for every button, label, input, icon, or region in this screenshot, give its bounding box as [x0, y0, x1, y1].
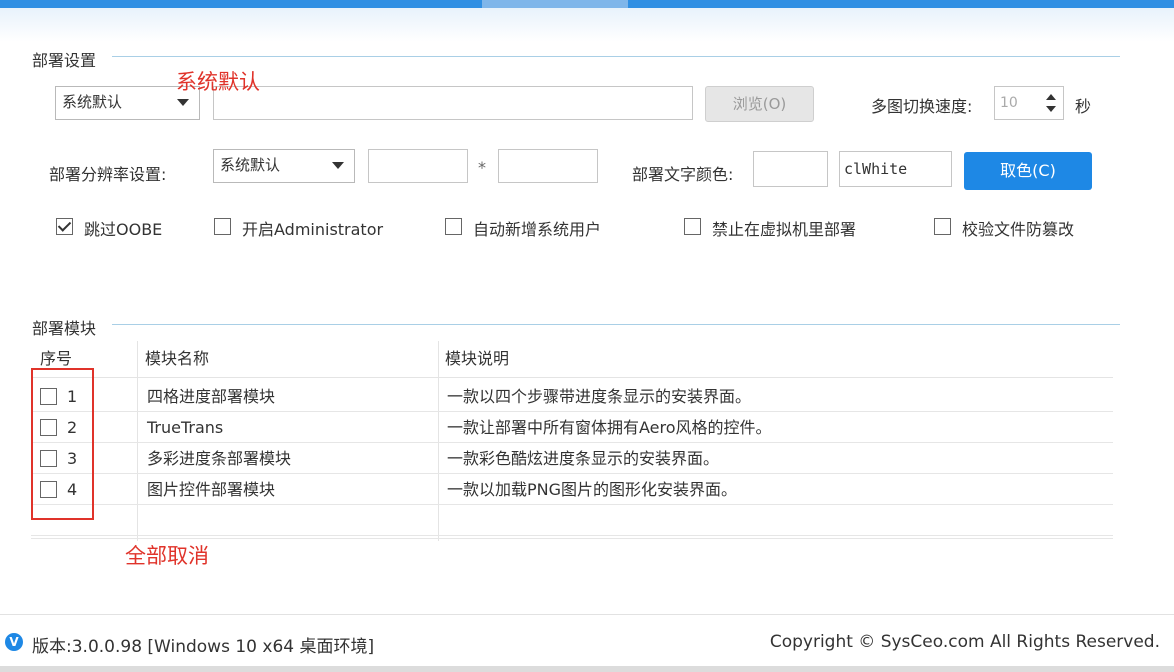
color-preview	[753, 151, 828, 187]
table-row[interactable]: 4 图片控件部署模块 一款以加载PNG图片的图形化安装界面。	[31, 474, 1113, 505]
table-row-empty	[31, 505, 1113, 536]
version-icon: V	[5, 633, 23, 651]
resolution-value: 系统默认	[220, 156, 281, 174]
header-fade	[0, 8, 1174, 42]
spin-up-icon[interactable]	[1046, 94, 1056, 100]
column-header-desc[interactable]: 模块说明	[445, 341, 509, 377]
checkbox-checked-icon[interactable]	[56, 218, 73, 235]
checkbox-icon[interactable]	[684, 218, 701, 235]
footer-divider	[0, 614, 1174, 615]
times-symbol: *	[478, 158, 486, 177]
module-description: 一款让部署中所有窗体拥有Aero风格的控件。	[447, 418, 772, 437]
copyright-text: Copyright © SysCeo.com All Rights Reserv…	[769, 632, 1160, 652]
column-header-name[interactable]: 模块名称	[145, 341, 209, 377]
height-input[interactable]	[498, 149, 598, 183]
table-row[interactable]: 2 TrueTrans 一款让部署中所有窗体拥有Aero风格的控件。	[31, 412, 1113, 443]
option-label: 开启Administrator	[242, 220, 384, 239]
module-name: 多彩进度条部署模块	[147, 449, 292, 468]
option-label: 校验文件防篡改	[962, 220, 1075, 239]
module-name: TrueTrans	[147, 418, 224, 437]
text-color-label: 部署文字颜色:	[632, 165, 734, 184]
chevron-down-icon	[332, 162, 344, 169]
module-description: 一款以加载PNG图片的图形化安装界面。	[447, 480, 738, 499]
switch-speed-value: 10	[1000, 95, 1018, 111]
option-label: 跳过OOBE	[84, 220, 163, 239]
module-description: 一款彩色酷炫进度条显示的安装界面。	[447, 449, 720, 468]
modules-group-title: 部署模块	[32, 315, 103, 339]
annotation-box	[31, 368, 94, 520]
checkbox-icon[interactable]	[445, 218, 462, 235]
module-name: 图片控件部署模块	[147, 480, 276, 499]
browse-button[interactable]: 浏览(O)	[705, 86, 814, 122]
deploy-mode-value: 系统默认	[62, 93, 123, 111]
path-input[interactable]	[213, 86, 693, 120]
table-header: 序号 模块名称 模块说明	[31, 341, 1113, 378]
version-text: 版本:3.0.0.98 [Windows 10 x64 桌面环境]	[32, 637, 375, 657]
option-label: 禁止在虚拟机里部署	[712, 220, 857, 239]
checkbox-icon[interactable]	[934, 218, 951, 235]
modules-group-line	[112, 324, 1120, 325]
width-input[interactable]	[368, 149, 468, 183]
module-name: 四格进度部署模块	[147, 387, 276, 406]
table-bottom-line	[31, 538, 1113, 539]
switch-speed-label: 多图切换速度:	[871, 97, 973, 116]
chevron-down-icon	[177, 99, 189, 106]
table-row[interactable]: 1 四格进度部署模块 一款以四个步骤带进度条显示的安装界面。	[31, 381, 1113, 412]
table-row[interactable]: 3 多彩进度条部署模块 一款彩色酷炫进度条显示的安装界面。	[31, 443, 1113, 474]
annotation-cancel-all: 全部取消	[125, 544, 209, 568]
option-label: 自动新增系统用户	[473, 220, 602, 239]
color-value-input[interactable]: clWhite	[839, 151, 952, 187]
annotation-default: 系统默认	[176, 70, 260, 94]
settings-group-title: 部署设置	[32, 47, 103, 71]
active-tab-indicator[interactable]	[482, 0, 628, 8]
checkbox-icon[interactable]	[214, 218, 231, 235]
switch-speed-spinner[interactable]: 10	[994, 86, 1064, 120]
bottom-strip	[0, 666, 1174, 672]
seconds-label: 秒	[1075, 97, 1092, 116]
resolution-label: 部署分辨率设置:	[49, 165, 167, 184]
resolution-select[interactable]: 系统默认	[213, 149, 355, 183]
module-description: 一款以四个步骤带进度条显示的安装界面。	[447, 387, 752, 406]
pick-color-button[interactable]: 取色(C)	[964, 152, 1092, 190]
spin-down-icon[interactable]	[1046, 106, 1056, 112]
settings-group-line	[112, 56, 1120, 57]
